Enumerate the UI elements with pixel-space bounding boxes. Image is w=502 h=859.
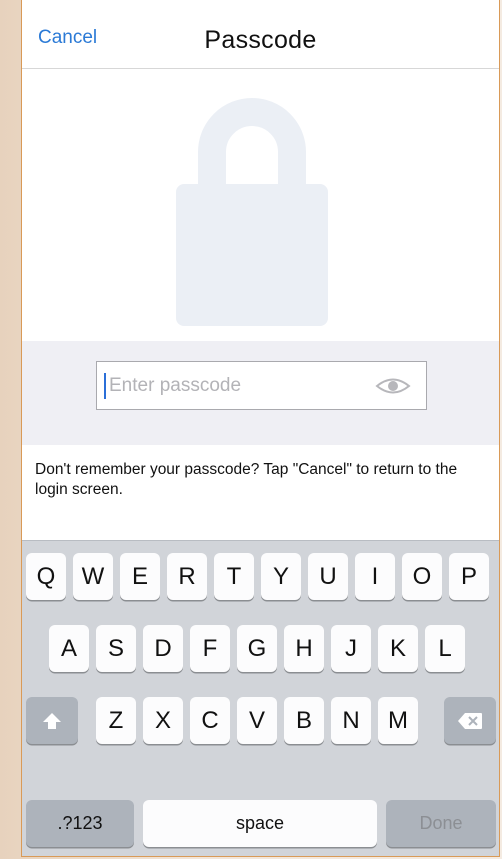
key-j[interactable]: J — [331, 625, 371, 672]
key-e[interactable]: E — [120, 553, 160, 600]
key-d[interactable]: D — [143, 625, 183, 672]
lock-illustration-area — [22, 69, 499, 341]
delete-key[interactable] — [444, 697, 496, 744]
key-x[interactable]: X — [143, 697, 183, 744]
key-k[interactable]: K — [378, 625, 418, 672]
key-g[interactable]: G — [237, 625, 277, 672]
key-w[interactable]: W — [73, 553, 113, 600]
passcode-placeholder: Enter passcode — [109, 375, 242, 396]
eye-icon[interactable] — [374, 376, 412, 396]
key-o[interactable]: O — [402, 553, 442, 600]
key-y[interactable]: Y — [261, 553, 301, 600]
space-key[interactable]: space — [143, 800, 377, 847]
key-s[interactable]: S — [96, 625, 136, 672]
page-title: Passcode — [204, 26, 317, 54]
key-b[interactable]: B — [284, 697, 324, 744]
help-section: Don't remember your passcode? Tap "Cance… — [22, 445, 499, 540]
key-t[interactable]: T — [214, 553, 254, 600]
key-m[interactable]: M — [378, 697, 418, 744]
lock-icon — [176, 98, 328, 326]
key-i[interactable]: I — [355, 553, 395, 600]
passcode-input[interactable]: Enter passcode — [96, 361, 427, 410]
navigation-bar: Cancel Passcode — [22, 0, 499, 69]
key-p[interactable]: P — [449, 553, 489, 600]
text-caret — [104, 373, 106, 399]
key-c[interactable]: C — [190, 697, 230, 744]
key-u[interactable]: U — [308, 553, 348, 600]
key-q[interactable]: Q — [26, 553, 66, 600]
numbers-key[interactable]: .?123 — [26, 800, 134, 847]
key-v[interactable]: V — [237, 697, 277, 744]
key-f[interactable]: F — [190, 625, 230, 672]
key-a[interactable]: A — [49, 625, 89, 672]
key-n[interactable]: N — [331, 697, 371, 744]
keyboard: Q W E R T Y U I O P A S D F G H J K L Z … — [22, 540, 499, 856]
passcode-screen: Cancel Passcode Enter passcode Don't rem… — [21, 0, 500, 857]
shift-key[interactable] — [26, 697, 78, 744]
delete-icon — [458, 712, 482, 729]
key-h[interactable]: H — [284, 625, 324, 672]
passcode-input-band: Enter passcode — [22, 341, 499, 445]
shift-icon — [43, 712, 61, 729]
key-z[interactable]: Z — [96, 697, 136, 744]
key-l[interactable]: L — [425, 625, 465, 672]
key-r[interactable]: R — [167, 553, 207, 600]
help-text: Don't remember your passcode? Tap "Cance… — [35, 461, 458, 498]
done-key[interactable]: Done — [386, 800, 496, 847]
